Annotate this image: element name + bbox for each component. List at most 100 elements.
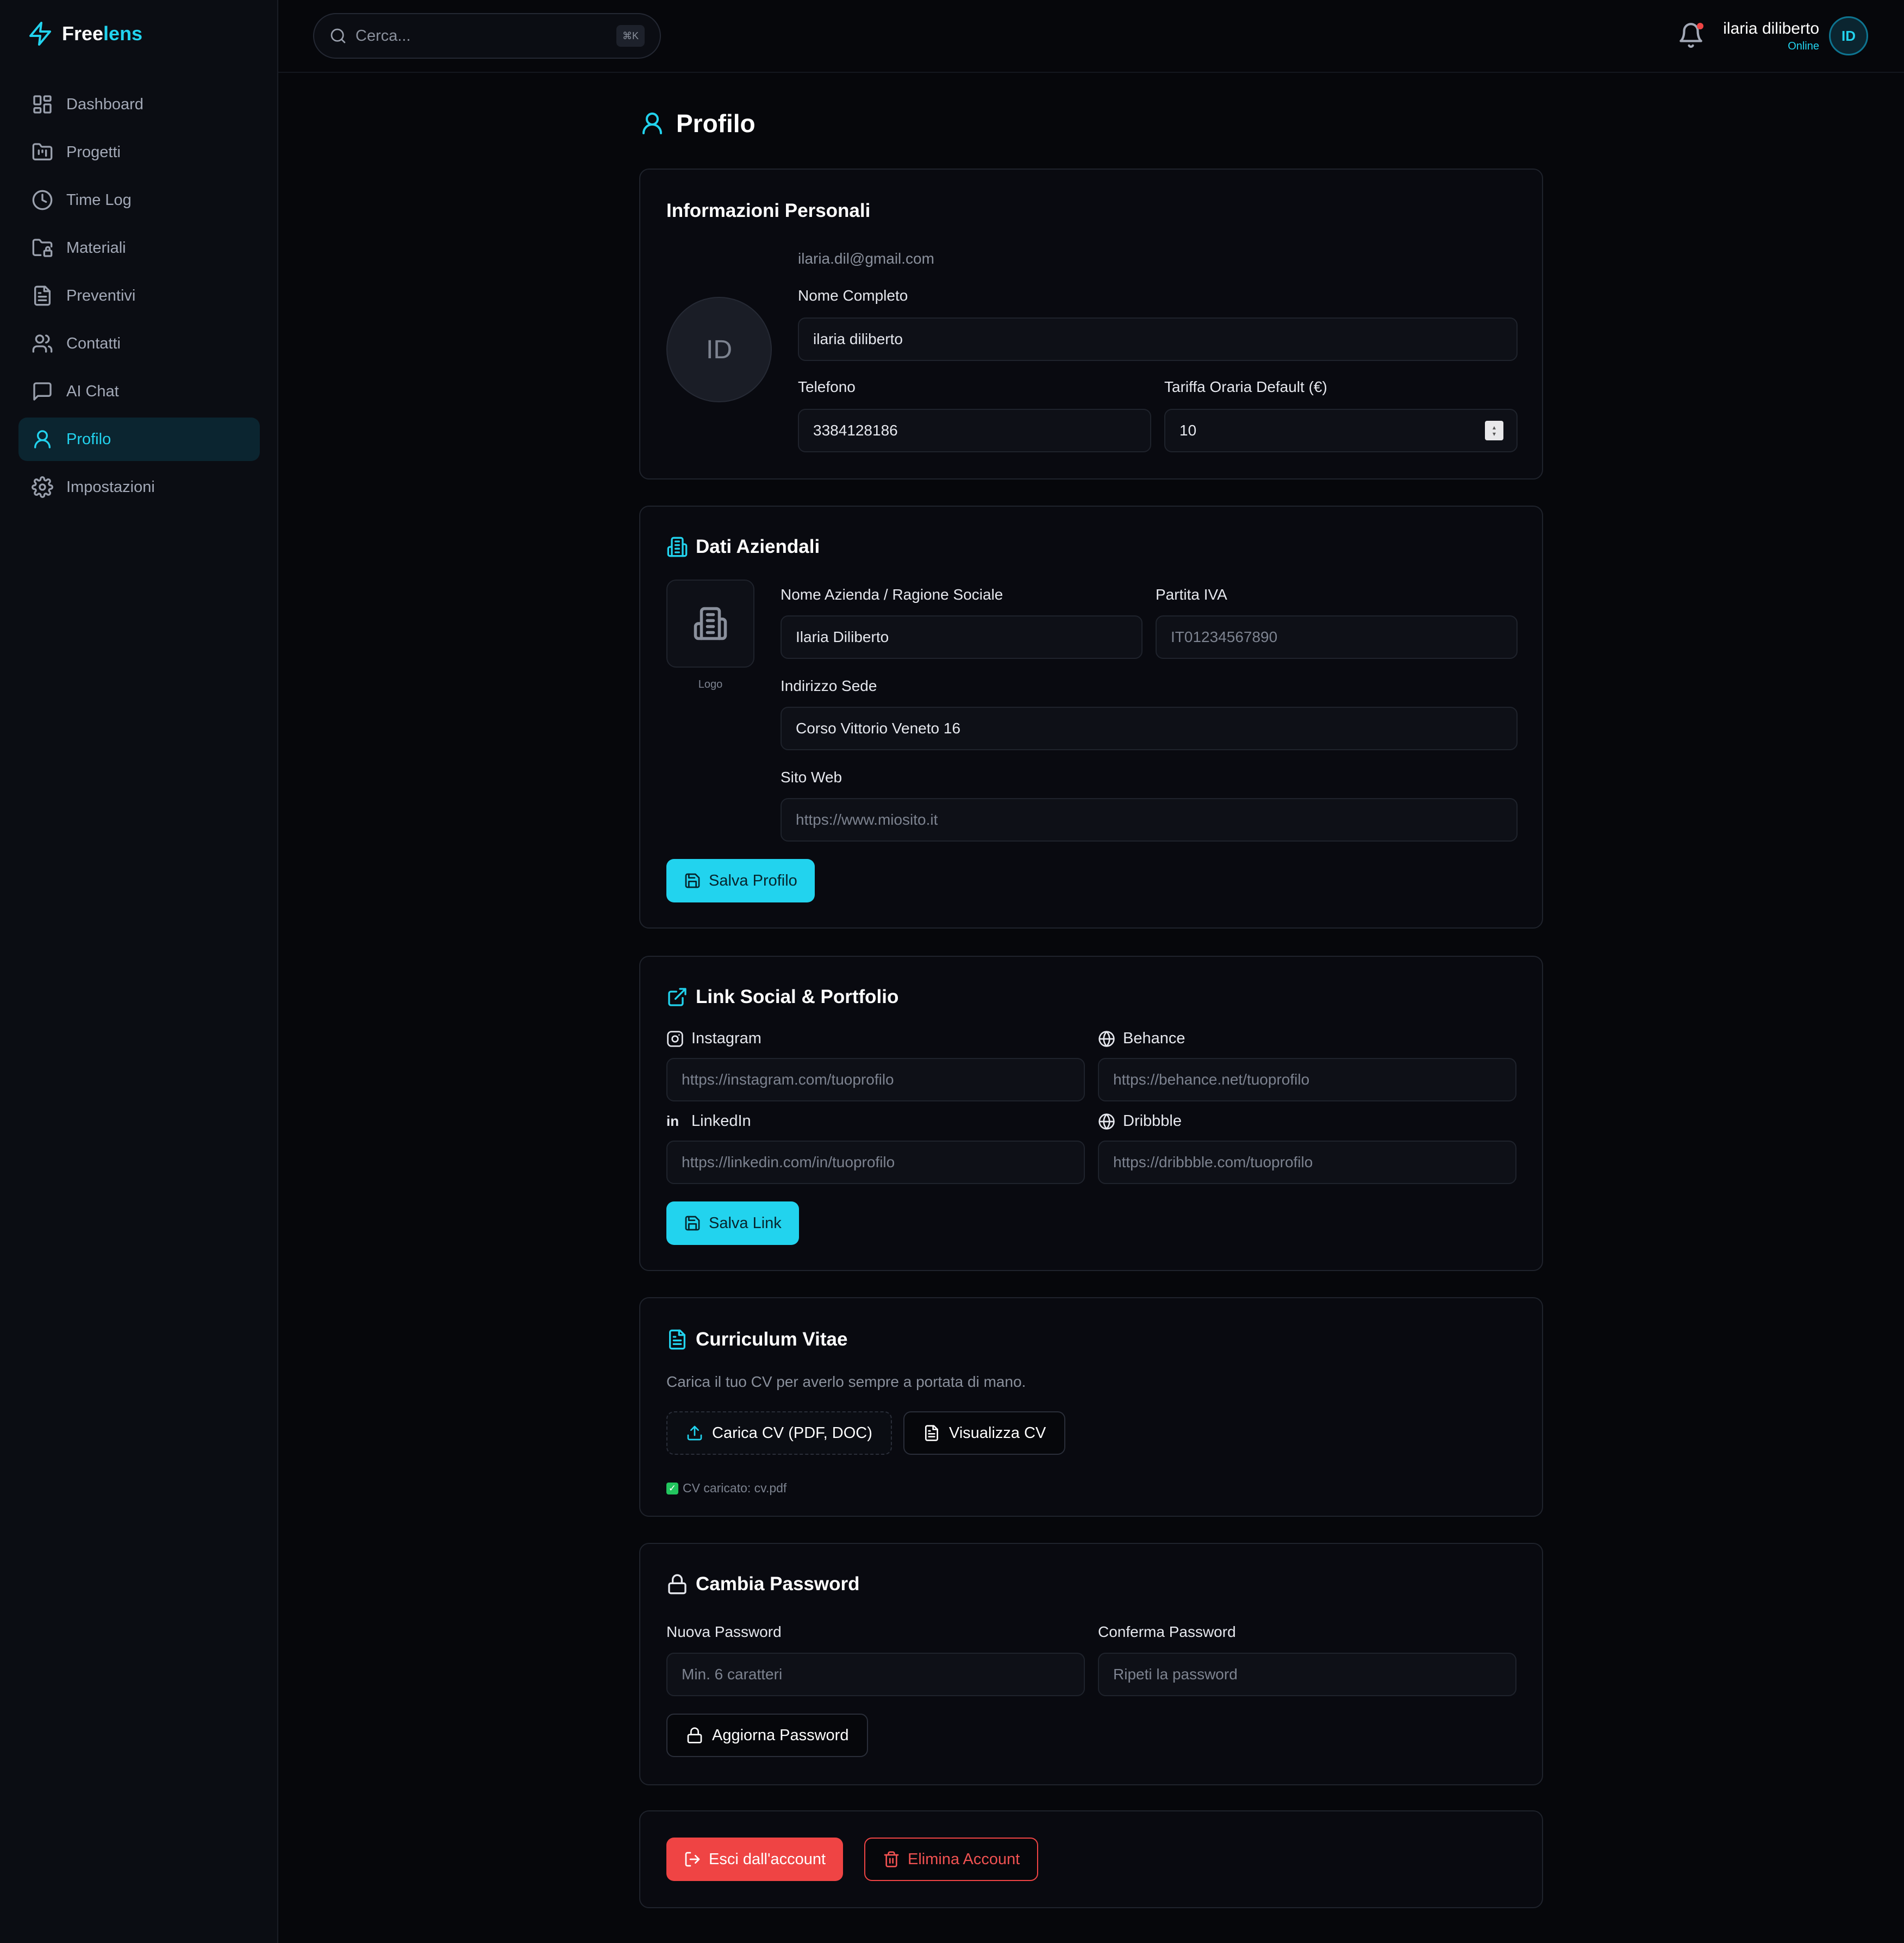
instagram-label: Instagram <box>666 1030 761 1048</box>
external-link-icon <box>668 988 686 1006</box>
trash-icon <box>884 1851 899 1867</box>
cv-upload-status: ✓ CV caricato: cv.pdf <box>666 1481 786 1496</box>
save-icon <box>685 1216 700 1231</box>
search-input[interactable] <box>355 27 608 45</box>
settings-icon <box>32 476 53 498</box>
file-text-icon <box>34 285 51 306</box>
view-cv-button[interactable]: Visualizza CV <box>903 1411 1066 1455</box>
hourly-rate-wrapper: ▴▾ <box>1164 409 1518 452</box>
linkedin-icon: in <box>666 1113 679 1129</box>
sidebar-item-label: Time Log <box>66 191 132 209</box>
sidebar-item-label: Profilo <box>66 430 111 448</box>
dribbble-input[interactable] <box>1098 1141 1516 1184</box>
company-logo-upload[interactable] <box>666 580 754 668</box>
instagram-input[interactable] <box>666 1058 1085 1101</box>
sidebar-item-label: Dashboard <box>66 95 143 113</box>
upload-cv-button[interactable]: Carica CV (PDF, DOC) <box>666 1411 892 1455</box>
update-password-button[interactable]: Aggiorna Password <box>666 1714 869 1757</box>
behance-input[interactable] <box>1098 1058 1516 1101</box>
sidebar-item-impostazioni[interactable]: Impostazioni <box>18 465 260 509</box>
building-icon <box>694 607 727 640</box>
sidebar-item-label: Contatti <box>66 334 121 352</box>
address-label: Indirizzo Sede <box>781 677 877 694</box>
sidebar-nav: Dashboard Progetti Time Log Materiali Pr… <box>18 83 260 513</box>
upload-cv-label: Carica CV (PDF, DOC) <box>712 1424 872 1442</box>
sidebar-item-label: Progetti <box>66 143 121 161</box>
globe-icon <box>1098 1030 1115 1047</box>
notifications-button[interactable] <box>1677 22 1705 49</box>
sidebar-item-dashboard[interactable]: Dashboard <box>18 83 260 126</box>
company-data-card: Dati Aziendali Logo Nome Azienda / Ragio… <box>639 506 1543 929</box>
linkedin-input[interactable] <box>666 1141 1085 1184</box>
linkedin-label: in LinkedIn <box>666 1112 751 1130</box>
new-password-label: Nuova Password <box>666 1623 782 1640</box>
search-shortcut-badge: ⌘K <box>616 25 645 47</box>
folder-kanban-icon <box>32 143 53 160</box>
search-icon <box>330 28 346 43</box>
stepper-down-icon[interactable]: ▾ <box>1493 431 1496 437</box>
cv-description: Carica il tuo CV per averlo sempre a por… <box>666 1373 1026 1390</box>
hourly-rate-input[interactable] <box>1164 409 1518 452</box>
company-data-title: Dati Aziendali <box>696 536 820 557</box>
sidebar-item-profilo[interactable]: Profilo <box>18 418 260 461</box>
card-title: Informazioni Personali <box>666 200 870 222</box>
full-name-input[interactable] <box>798 317 1518 361</box>
avatar[interactable]: ID <box>1829 16 1868 55</box>
card-title: Dati Aziendali <box>666 536 820 558</box>
view-cv-label: Visualizza CV <box>949 1424 1046 1442</box>
top-bar: ⌘K ilaria diliberto Online ID <box>278 0 1904 73</box>
brand-logo[interactable]: Freelens <box>27 21 142 47</box>
sidebar-item-time-log[interactable]: Time Log <box>18 178 260 222</box>
email-text: ilaria.dil@gmail.com <box>798 250 934 267</box>
confirm-password-label: Conferma Password <box>1098 1623 1236 1640</box>
cv-status-text: CV caricato: cv.pdf <box>683 1481 787 1495</box>
sidebar-item-ai-chat[interactable]: AI Chat <box>18 370 260 413</box>
behance-label-text: Behance <box>1123 1030 1185 1047</box>
linkedin-label-text: LinkedIn <box>691 1112 751 1130</box>
save-icon <box>685 873 700 888</box>
dribbble-label: Dribbble <box>1098 1112 1182 1130</box>
user-menu[interactable]: ilaria diliberto Online ID <box>1723 16 1868 55</box>
user-icon <box>642 113 662 134</box>
sidebar-item-materiali[interactable]: Materiali <box>18 226 260 270</box>
new-password-input[interactable] <box>666 1653 1085 1696</box>
clock-icon <box>32 190 53 210</box>
phone-input[interactable] <box>798 409 1151 452</box>
company-name-input[interactable] <box>781 615 1143 659</box>
search-box[interactable]: ⌘K <box>313 13 661 59</box>
website-input[interactable] <box>781 798 1518 842</box>
profile-avatar[interactable]: ID <box>666 297 772 402</box>
save-profile-button[interactable]: Salva Profilo <box>666 859 815 902</box>
save-links-button[interactable]: Salva Link <box>666 1201 799 1245</box>
personal-info-title: Informazioni Personali <box>666 200 871 221</box>
user-name: ilaria diliberto <box>1723 19 1819 38</box>
social-links-card: Link Social & Portfolio Instagram Behanc… <box>639 956 1543 1271</box>
delete-account-button[interactable]: Elimina Account <box>864 1838 1039 1881</box>
logout-button[interactable]: Esci dall'account <box>666 1838 844 1881</box>
instagram-icon <box>667 1030 683 1047</box>
number-stepper[interactable]: ▴ ▾ <box>1485 421 1503 440</box>
confirm-password-input[interactable] <box>1098 1653 1516 1696</box>
upload-icon <box>687 1425 702 1441</box>
update-password-label: Aggiorna Password <box>712 1726 849 1744</box>
address-input[interactable] <box>781 707 1518 750</box>
user-info: ilaria diliberto Online <box>1723 20 1819 53</box>
sidebar-item-contatti[interactable]: Contatti <box>18 322 260 365</box>
account-actions-card: Esci dall'account Elimina Account <box>639 1810 1543 1908</box>
sidebar-item-label: Materiali <box>66 239 126 257</box>
message-square-icon <box>33 382 52 401</box>
sidebar-item-progetti[interactable]: Progetti <box>18 130 260 174</box>
zap-icon <box>29 22 51 46</box>
sidebar-item-label: AI Chat <box>66 382 119 400</box>
full-name-label: Nome Completo <box>798 287 908 304</box>
sidebar-item-preventivi[interactable]: Preventivi <box>18 274 260 317</box>
file-text-icon <box>925 1425 938 1441</box>
logo-caption: Logo <box>698 678 723 690</box>
vat-input[interactable] <box>1156 615 1518 659</box>
sidebar: Freelens Dashboard Progetti Time Log Mat… <box>0 0 278 1943</box>
page-title: Profilo <box>639 109 756 138</box>
website-label: Sito Web <box>781 769 842 786</box>
personal-info-card: Informazioni Personali ID ilaria.dil@gma… <box>639 169 1543 479</box>
card-title: Link Social & Portfolio <box>666 986 898 1008</box>
phone-label: Telefono <box>798 378 856 395</box>
